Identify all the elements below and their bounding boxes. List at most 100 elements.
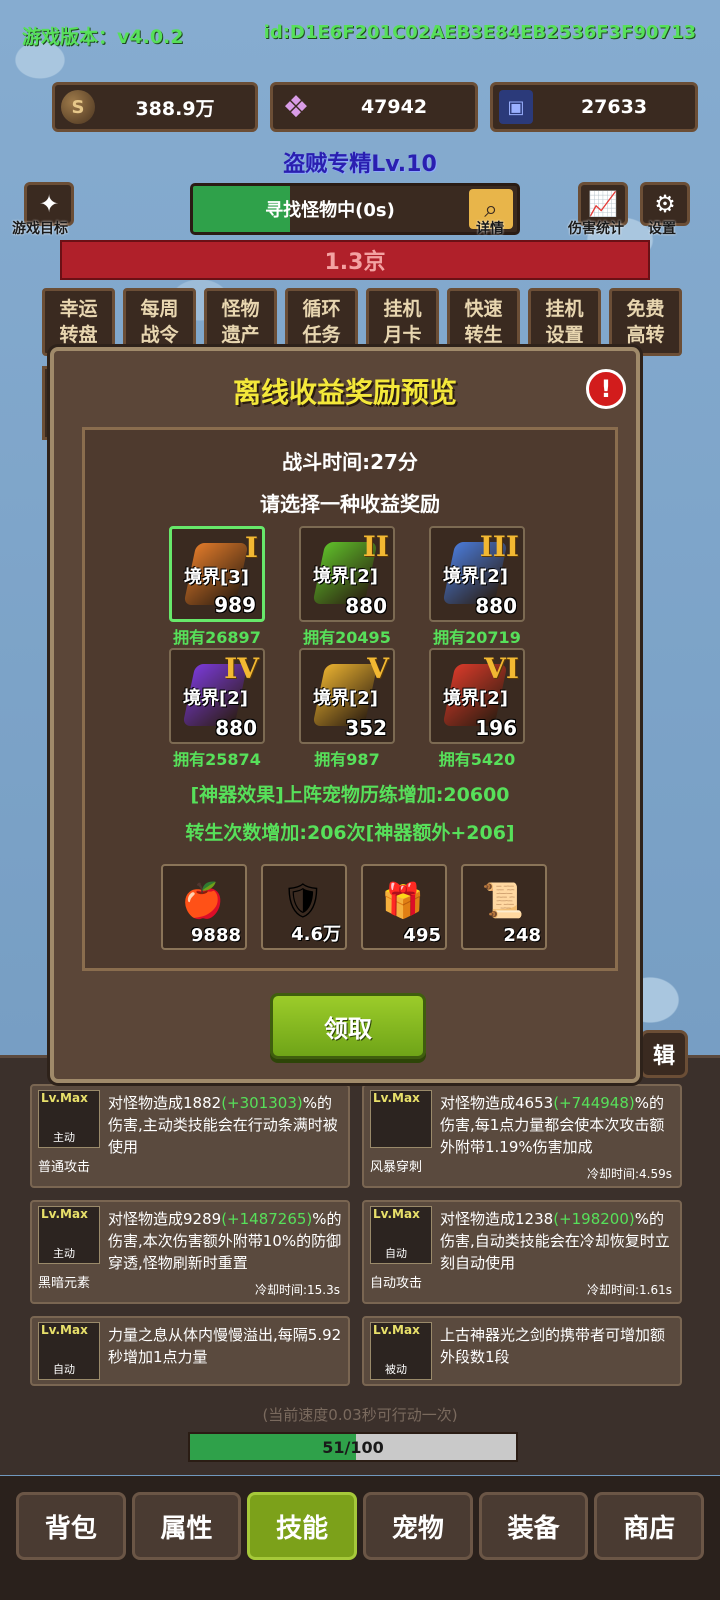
feature-label-line1: 快速 (464, 298, 503, 320)
crystal-counter: ❖ 47942 (270, 82, 478, 132)
skill-desc-bonus: (+1487265) (221, 1210, 313, 1228)
option-owned: 拥有26897 (173, 628, 261, 647)
skill-desc-main: 对怪物造成1238 (440, 1210, 554, 1228)
sparkle-icon: ✦ (38, 190, 60, 218)
reward-option[interactable]: IV 境界[2] 880 (169, 648, 265, 744)
game-goal-label: 游戏目标 (12, 221, 68, 237)
feature-label-line1: 挂机 (545, 298, 584, 320)
reward-option[interactable]: V 境界[2] 352 (299, 648, 395, 744)
feature-label-line2: 战令 (140, 324, 179, 346)
item-count: 9888 (190, 925, 241, 946)
option-owned: 拥有20495 (303, 628, 391, 647)
feature-button[interactable]: 每周 战令 (123, 288, 196, 356)
feature-label-line2: 月卡 (383, 324, 422, 346)
feature-button[interactable]: 循环 任务 (285, 288, 358, 356)
reward-option[interactable]: VI 境界[2] 196 (429, 648, 525, 744)
option-rank: V (367, 652, 389, 685)
feature-label-line1: 挂机 (383, 298, 422, 320)
skill-level: Lv.Max (41, 1323, 88, 1337)
card-icon: ▣ (499, 90, 533, 124)
feature-label-line2: 转生 (464, 324, 503, 346)
choose-prompt: 请选择一种收益奖励 (260, 492, 440, 516)
option-realm: 境界[2] (443, 566, 508, 587)
artifact-effect: [神器效果]上阵宠物历练增加:20600 (190, 784, 510, 806)
skill-icon: Lv.Max 主动 (38, 1090, 100, 1148)
monster-search-bar: 寻找怪物中(0s) ⌕ (190, 183, 520, 235)
skill-type: 自动 (385, 1247, 407, 1260)
nav-tab[interactable]: 宠物 (363, 1492, 473, 1560)
claim-button[interactable]: 领取 (270, 993, 426, 1059)
skill-desc-main: 对怪物造成4653 (440, 1094, 554, 1112)
option-rank: I (244, 531, 258, 564)
skill-cooldown: 冷却时间:4.59s (586, 1167, 672, 1181)
offline-reward-modal: 离线收益奖励预览 ! 战斗时间:27分 请选择一种收益奖励 I 境界[3] 989 拥… (50, 347, 640, 1083)
nav-tab[interactable]: 背包 (16, 1492, 126, 1560)
skill-type: 主动 (53, 1131, 75, 1144)
skill-level: Lv.Max (373, 1207, 420, 1221)
skill-type: 被动 (385, 1363, 407, 1376)
reward-option[interactable]: II 境界[2] 880 (299, 526, 395, 622)
reward-item[interactable]: 🍎 9888 (161, 864, 247, 950)
nav-tab[interactable]: 技能 (247, 1492, 358, 1560)
skill-name: 自动攻击 (370, 1276, 423, 1291)
nav-tab[interactable]: 商店 (594, 1492, 705, 1560)
skill-desc: 对怪物造成1882(+301303)%的伤害,主动类技能会在行动条满时被使用 (108, 1092, 344, 1158)
skill-desc-main: 对怪物造成1882 (108, 1094, 222, 1112)
skill-desc: 对怪物造成1238(+198200)%的伤害,自动类技能会在冷却恢复时立刻自动使… (440, 1208, 676, 1274)
skill-card[interactable]: Lv.Max 风暴穿刺 对怪物造成4653(+744948)%的伤害,每1点力量都会… (362, 1084, 682, 1188)
card-counter: ▣ 27633 (490, 82, 698, 132)
skill-desc: 对怪物造成4653(+744948)%的伤害,每1点力量都会使本次攻击额外附带1… (440, 1092, 676, 1158)
coin-counter: S 388.9万 (52, 82, 258, 132)
reward-item[interactable]: 🎁 495 (361, 864, 447, 950)
monster-hp-bar: 1.3京 (60, 240, 650, 280)
reward-item[interactable]: 📜 248 (461, 864, 547, 950)
skill-desc-main: 上古神器光之剑的携带者可增加额外段数1段 (440, 1326, 666, 1366)
feature-button[interactable]: 挂机 月卡 (366, 288, 439, 356)
option-owned: 拥有25874 (173, 750, 261, 769)
chest-icon: 🎁 (381, 881, 425, 921)
reward-item[interactable]: 🛡 4.6万 (261, 864, 347, 950)
skill-desc-bonus: (+301303) (221, 1094, 303, 1112)
option-realm: 境界[2] (313, 566, 378, 587)
skill-cooldown: 冷却时间:1.61s (586, 1283, 672, 1297)
settings-label: 设置 (648, 221, 676, 237)
action-progress-label: 51/100 (322, 1437, 384, 1457)
chart-icon: 📈 (588, 190, 618, 218)
skill-card[interactable]: Lv.Max 被动 上古神器光之剑的携带者可增加额外段数1段 (362, 1316, 682, 1386)
skill-icon: Lv.Max 自动 (370, 1206, 432, 1264)
battle-time: 战斗时间:27分 (282, 450, 418, 474)
feature-button[interactable]: 快速 转生 (447, 288, 520, 356)
skill-card[interactable]: Lv.Max 主动 黑暗元素 对怪物造成9289(+1487265)%的伤害,本次伤害… (30, 1200, 350, 1304)
option-realm: 境界[2] (183, 688, 248, 709)
edit-tab[interactable]: 辑 (640, 1030, 688, 1078)
details-label: 详情 (476, 221, 504, 237)
reward-option[interactable]: III 境界[2] 880 (429, 526, 525, 622)
feature-label-line2: 设置 (545, 324, 584, 346)
skill-card[interactable]: Lv.Max 自动 力量之息从体内慢慢溢出,每隔5.92秒增加1点力量 (30, 1316, 350, 1386)
skill-card[interactable]: Lv.Max 主动普通攻击 对怪物造成1882(+301303)%的伤害,主动类技能… (30, 1084, 350, 1188)
nav-tab[interactable]: 装备 (478, 1492, 589, 1560)
skill-card[interactable]: Lv.Max 自动自动攻击 对怪物造成1238(+198200)%的伤害,自动类技能… (362, 1200, 682, 1304)
reward-option[interactable]: I 境界[3] 989 (169, 526, 265, 622)
damage-stats-label: 伤害统计 (568, 221, 624, 237)
rebirth-bonus: 转生次数增加:206次[神器额外+206] (185, 822, 515, 844)
option-realm: 境界[2] (443, 688, 508, 709)
feature-button[interactable]: 挂机 设置 (528, 288, 601, 356)
close-icon[interactable]: ! (586, 369, 626, 409)
feature-button[interactable]: 怪物 遗产 (204, 288, 277, 356)
option-owned: 拥有987 (314, 750, 380, 769)
nav-tab[interactable]: 属性 (131, 1492, 242, 1560)
skill-desc-main: 力量之息从体内慢慢溢出,每隔5.92秒增加1点力量 (108, 1326, 342, 1366)
fruit-icon: 🍎 (181, 881, 225, 921)
option-realm: 境界[2] (313, 688, 378, 709)
feature-row: 幸运 转盘 每周 战令 怪物 遗产 循环 任务 挂机 月卡 快速 转生 挂机 设置 免费 高转 (42, 288, 692, 356)
feature-button[interactable]: 幸运 转盘 (42, 288, 115, 356)
skill-type: 自动 (53, 1363, 75, 1376)
option-count: 880 (215, 716, 257, 740)
option-realm: 境界[3] (184, 567, 249, 588)
feature-button[interactable]: 免费 高转 (609, 288, 682, 356)
item-count: 248 (503, 925, 541, 946)
skill-name: 普通攻击 (38, 1160, 91, 1175)
skill-level: Lv.Max (41, 1091, 88, 1105)
skill-icon: Lv.Max 主动 (38, 1206, 100, 1264)
